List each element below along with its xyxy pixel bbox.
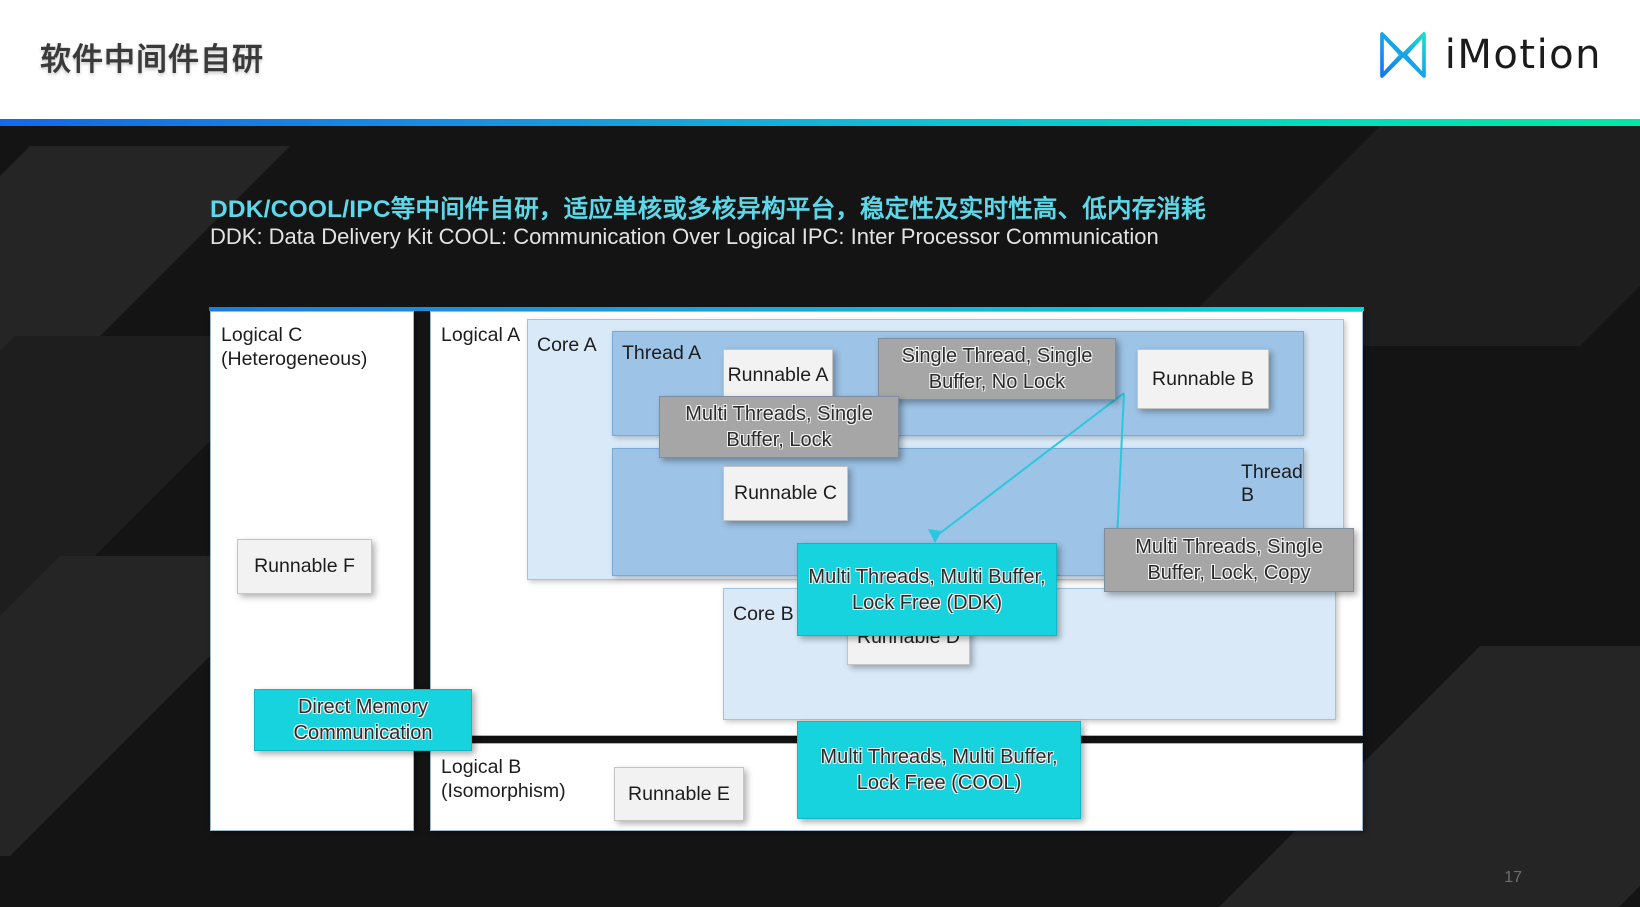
slide-header: 软件中间件自研 iMotion	[0, 0, 1640, 119]
lede-headline: DDK/COOL/IPC等中间件自研，适应单核或多核异构平台，稳定性及实时性高、…	[210, 196, 1206, 223]
note-ddk[interactable]: Multi Threads, Multi Buffer, Lock Free (…	[797, 543, 1057, 636]
note-multi-threads-single-buffer-lock-copy[interactable]: Multi Threads, Single Buffer, Lock, Copy	[1104, 528, 1354, 592]
runnable-b-tile[interactable]: Runnable B	[1137, 349, 1269, 409]
note-multi-threads-single-buffer-lock[interactable]: Multi Threads, Single Buffer, Lock	[659, 396, 899, 458]
imotion-bowtie-mark-icon	[1375, 27, 1431, 83]
runnable-f-tile[interactable]: Runnable F	[237, 539, 372, 594]
core-a-label: Core A	[537, 334, 597, 356]
thread-a-label: Thread A	[622, 342, 702, 364]
page-number: 17	[1504, 869, 1522, 886]
panel-logical-b-label: Logical B (Isomorphism)	[441, 756, 566, 802]
lede-subline: DDK: Data Delivery Kit COOL: Communicati…	[210, 224, 1159, 249]
page-title: 软件中间件自研	[40, 42, 264, 77]
note-single-thread-single-buffer-no-lock[interactable]: Single Thread, Single Buffer, No Lock	[878, 338, 1116, 400]
slide-body: DDK/COOL/IPC等中间件自研，适应单核或多核异构平台，稳定性及实时性高、…	[0, 126, 1640, 907]
note-direct-memory-communication[interactable]: Direct Memory Communication	[254, 689, 472, 751]
panel-logical-a-label: Logical A	[441, 324, 521, 346]
panel-logical-c-label: Logical C (Heterogeneous)	[221, 324, 368, 370]
brand-logo: iMotion	[1375, 27, 1602, 83]
header-gradient-divider	[0, 119, 1640, 126]
core-b-label: Core B	[733, 603, 794, 625]
brand-wordmark: iMotion	[1444, 32, 1602, 78]
runnable-a-tile[interactable]: Runnable A	[723, 349, 833, 401]
architecture-diagram: Logical C (Heterogeneous) Logical A Logi…	[209, 307, 1364, 832]
diagram-top-accent	[209, 307, 1364, 311]
note-cool[interactable]: Multi Threads, Multi Buffer, Lock Free (…	[797, 721, 1081, 819]
runnable-c-tile[interactable]: Runnable C	[723, 466, 848, 521]
thread-b-label: Thread B	[1241, 461, 1303, 506]
runnable-e-tile[interactable]: Runnable E	[614, 767, 744, 821]
